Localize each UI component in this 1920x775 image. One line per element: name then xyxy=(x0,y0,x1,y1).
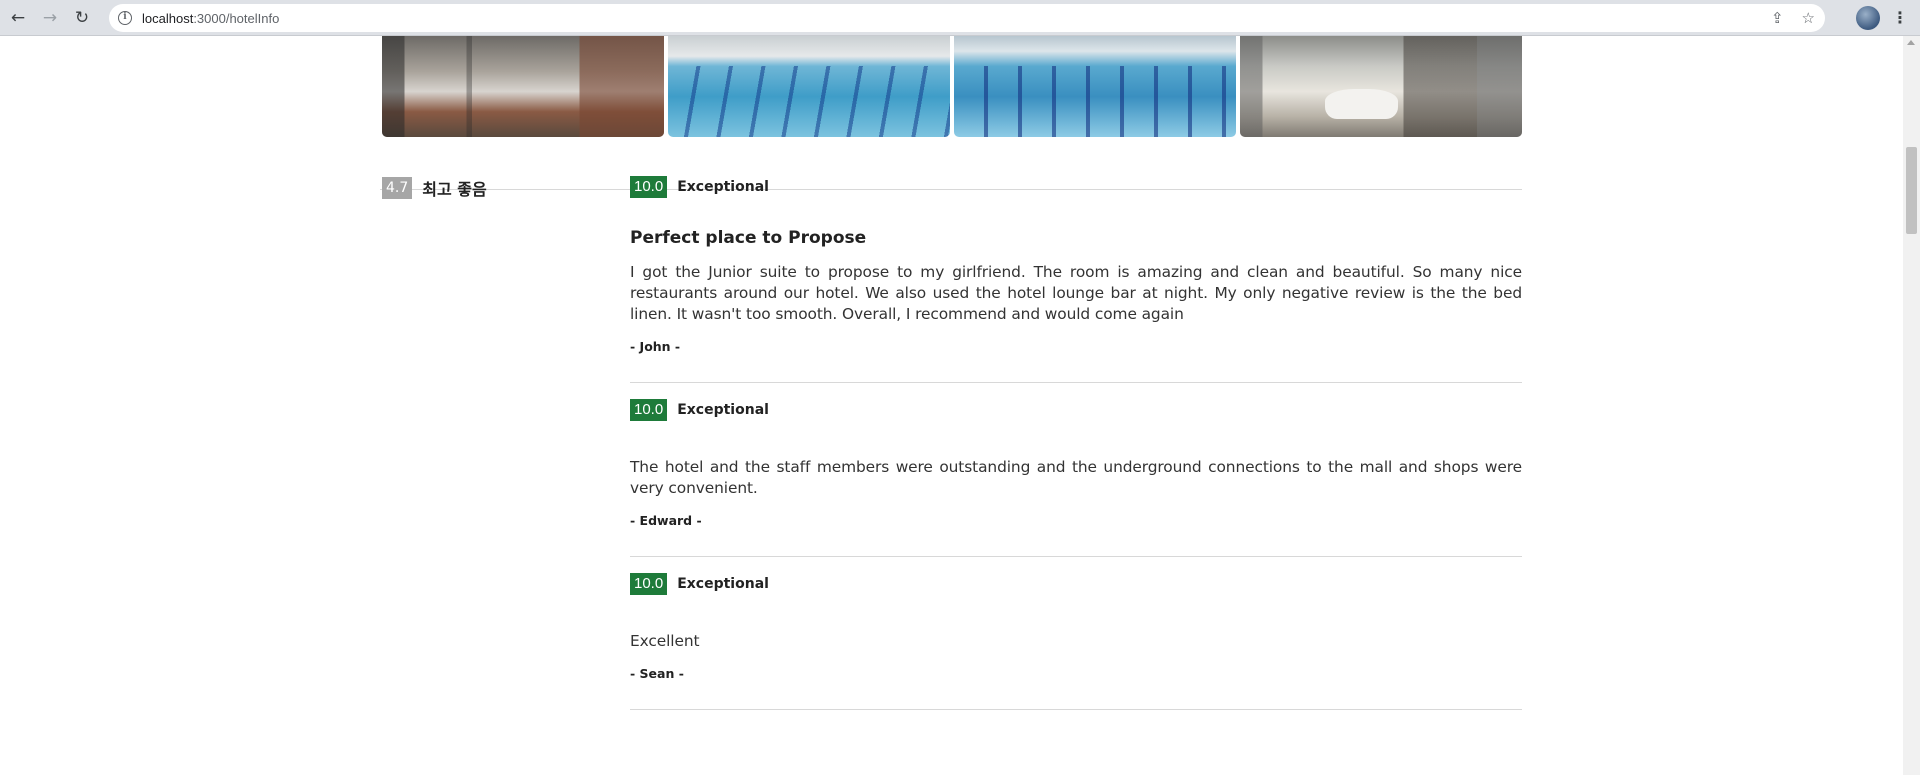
review-author: - Sean - xyxy=(630,666,684,681)
review-author: - John - xyxy=(630,339,681,354)
scroll-up-arrow-icon[interactable] xyxy=(1907,40,1915,45)
review-header: 10.0 Exceptional xyxy=(630,573,1522,595)
review-body: The hotel and the staff members were out… xyxy=(630,458,1522,497)
forward-icon[interactable]: → xyxy=(36,4,64,32)
review-item: 10.0 Exceptional Excellent - Sean - xyxy=(630,573,1522,710)
photo-gallery xyxy=(382,36,1522,137)
bookmark-star-icon[interactable]: ☆ xyxy=(1802,9,1815,27)
browser-toolbar: ← → ↻ i localhost:3000/hotelInfo ⇪ ☆ ⋮ xyxy=(0,0,1920,36)
url-host: localhost xyxy=(142,10,194,26)
review-header: 10.0 Exceptional xyxy=(630,399,1522,421)
gallery-photo-bathroom[interactable] xyxy=(1240,36,1522,137)
review-score-badge: 10.0 xyxy=(630,399,668,421)
review-author: - Edward - xyxy=(630,513,702,528)
review-title: Perfect place to Propose xyxy=(630,228,867,248)
omnibox-actions: ⇪ ☆ xyxy=(1771,4,1815,32)
back-icon[interactable]: ← xyxy=(4,4,32,32)
overall-rating-label: 최고 좋음 xyxy=(422,180,487,199)
share-icon[interactable]: ⇪ xyxy=(1771,9,1784,27)
url-text[interactable]: localhost:3000/hotelInfo xyxy=(142,11,279,26)
rating-summary: 4.7 최고 좋음 xyxy=(382,176,487,200)
review-rating-word: Exceptional xyxy=(677,179,769,195)
reload-icon[interactable]: ↻ xyxy=(68,4,96,32)
review-score-badge: 10.0 xyxy=(630,573,668,595)
page-content: 4.7 최고 좋음 10.0 Exceptional Perfect place… xyxy=(0,36,1903,775)
review-list: 10.0 Exceptional Perfect place to Propos… xyxy=(630,176,1522,726)
scrollbar-thumb[interactable] xyxy=(1906,147,1917,234)
overall-score-badge: 4.7 xyxy=(382,177,413,199)
review-item: 10.0 Exceptional The hotel and the staff… xyxy=(630,399,1522,557)
review-rating-word: Exceptional xyxy=(677,576,769,592)
browser-menu-icon[interactable]: ⋮ xyxy=(1892,7,1908,29)
gallery-photo-lounge[interactable] xyxy=(382,36,664,137)
review-item: 10.0 Exceptional Perfect place to Propos… xyxy=(630,176,1522,383)
review-score-badge: 10.0 xyxy=(630,176,668,198)
gallery-photo-pool-side[interactable] xyxy=(668,36,950,137)
review-body: I got the Junior suite to propose to my … xyxy=(630,263,1522,323)
url-path: :3000/hotelInfo xyxy=(193,10,280,26)
review-header: 10.0 Exceptional xyxy=(630,176,1522,198)
profile-avatar[interactable] xyxy=(1856,6,1880,30)
address-bar[interactable]: i localhost:3000/hotelInfo ⇪ ☆ xyxy=(109,4,1825,32)
review-body: Excellent xyxy=(630,632,700,650)
site-info-icon[interactable]: i xyxy=(118,11,132,25)
gallery-photo-pool-lanes[interactable] xyxy=(954,36,1236,137)
review-rating-word: Exceptional xyxy=(677,402,769,418)
